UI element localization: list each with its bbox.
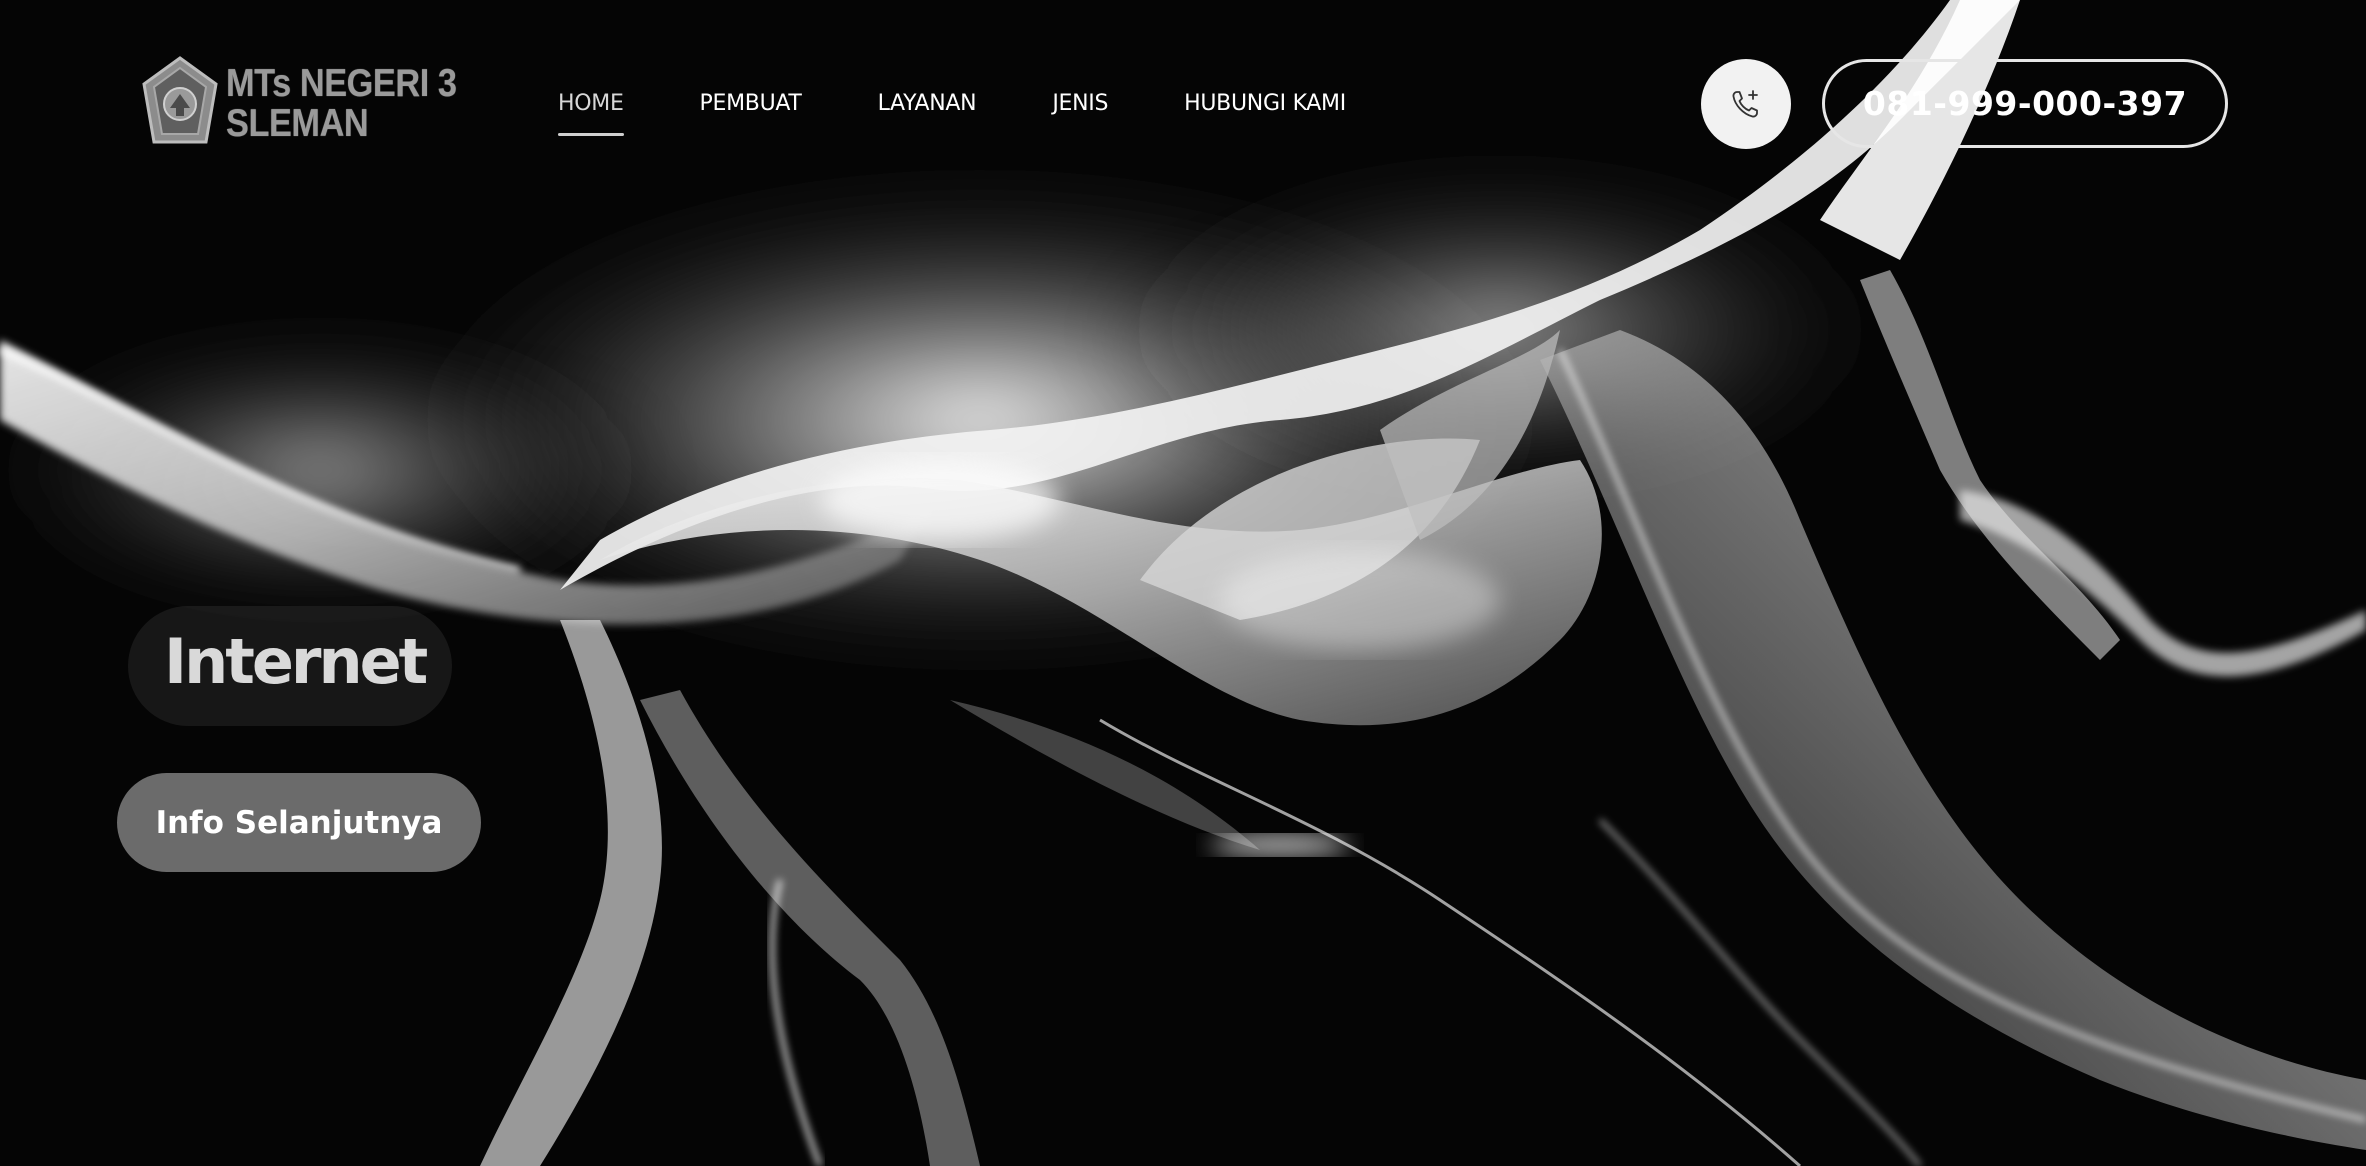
school-shield-emblem-icon [142,56,218,144]
hero-title: Internet [164,625,428,698]
school-name-line1: MTs NEGERI 3 [226,62,457,105]
nav-link-layanan[interactable]: LAYANAN [878,86,977,122]
site-logo[interactable]: MTs NEGERI 3 SLEMAN [140,56,488,152]
main-nav: HOME PEMBUAT LAYANAN JENIS HUBUNGI KAMI [558,86,1346,136]
phone-add-icon [1732,90,1758,118]
nav-link-pembuat[interactable]: PEMBUAT [700,86,802,122]
nav-link-jenis[interactable]: JENIS [1052,86,1108,122]
phone-number-link[interactable]: 081-999-000-397 [1822,59,2228,148]
phone-call-button[interactable] [1701,59,1791,149]
nav-link-hubungi-kami[interactable]: HUBUNGI KAMI [1184,86,1346,122]
info-selanjutnya-button[interactable]: Info Selanjutnya [117,773,481,872]
school-name-line2: SLEMAN [226,102,369,145]
landing-page: MTs NEGERI 3 SLEMAN HOME PEMBUAT LAYANAN… [0,0,2366,1166]
school-name: MTs NEGERI 3 SLEMAN [226,64,457,144]
nav-link-home[interactable]: HOME [558,86,624,136]
site-header: MTs NEGERI 3 SLEMAN HOME PEMBUAT LAYANAN… [0,0,2366,205]
